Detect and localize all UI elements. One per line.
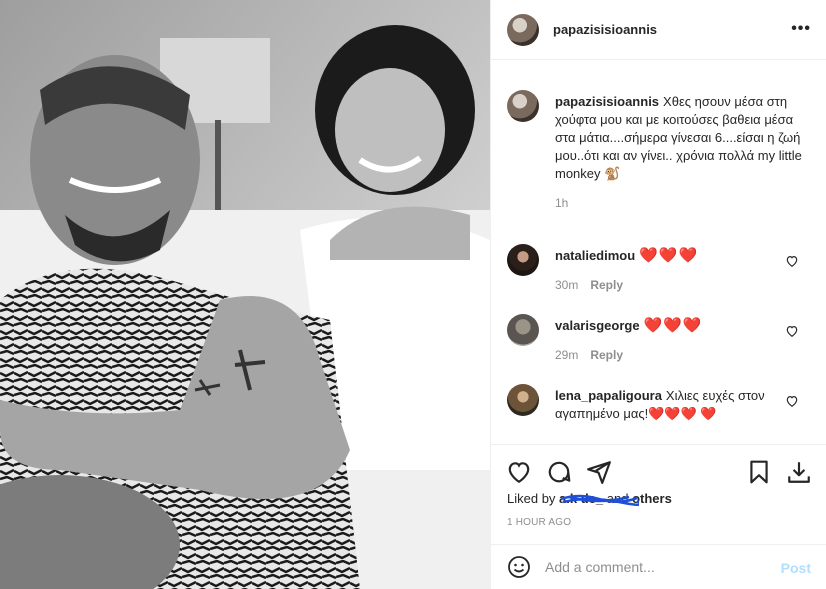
heart-icon[interactable] (506, 459, 532, 485)
comments-list[interactable]: papazisisioannis Χθες ησουν μέσα στη χούφ… (491, 72, 826, 444)
comment-like-heart-icon[interactable] (785, 254, 799, 268)
author-username[interactable]: papazisisioannis (553, 22, 657, 37)
comment-meta: 30m Reply (555, 276, 795, 294)
emoji-icon[interactable] (507, 555, 531, 579)
post-timestamp[interactable]: 1 HOUR AGO (507, 517, 571, 528)
bookmark-icon[interactable] (746, 459, 772, 485)
comment-username[interactable]: lena_papaligoura (555, 388, 662, 403)
comment-item: valarisgeorge ❤️❤️❤️ 29m Reply (507, 296, 811, 366)
comment-text: ❤️❤️❤️ (639, 247, 699, 264)
commenter-avatar[interactable] (507, 244, 539, 276)
post-details-panel: papazisisioannis ••• papazisisioannis Χθε… (490, 0, 826, 589)
comment-like-heart-icon[interactable] (785, 394, 799, 408)
caption-meta: 1h (555, 194, 805, 212)
caption-body: papazisisioannis Χθες ησουν μέσα στη χούφ… (555, 93, 805, 212)
scribble-redaction (560, 494, 640, 506)
comment-time[interactable]: 29m (555, 348, 578, 362)
comment-meta: 29m Reply (555, 346, 795, 364)
comment-like-heart-icon[interactable] (785, 324, 799, 338)
commenter-avatar[interactable] (507, 384, 539, 416)
comment-input[interactable] (545, 559, 765, 575)
caption-time[interactable]: 1h (555, 196, 568, 210)
comment-item: nataliedimou ❤️❤️❤️ 30m Reply (507, 226, 811, 296)
comment-text: ❤️❤️❤️ (643, 317, 703, 334)
liked-by-username[interactable]: a.k de_ (559, 491, 640, 506)
comment-body: nataliedimou ❤️❤️❤️ 30m Reply (555, 247, 795, 294)
comment-time[interactable]: 30m (555, 278, 578, 292)
likes-prefix: Liked by (507, 491, 560, 506)
photo-illustration (0, 0, 490, 589)
post-button[interactable]: Post (781, 560, 811, 576)
comment-username[interactable]: valarisgeorge (555, 318, 640, 333)
reply-button[interactable]: Reply (590, 278, 623, 292)
comment-body: valarisgeorge ❤️❤️❤️ 29m Reply (555, 317, 795, 364)
comment-body: lena_papaligoura Χιλιες ευχές στον αγαπημ… (555, 387, 795, 423)
caption-username[interactable]: papazisisioannis (555, 94, 659, 109)
likes-summary: Liked by a.k de_ and others (507, 491, 672, 506)
more-options-icon[interactable]: ••• (791, 21, 811, 37)
post-header: papazisisioannis ••• (491, 0, 826, 60)
author-avatar[interactable] (507, 13, 539, 46)
commenter-avatar[interactable] (507, 314, 539, 346)
post-photo[interactable] (0, 0, 490, 589)
caption-avatar[interactable] (507, 90, 539, 122)
caption: papazisisioannis Χθες ησουν μέσα στη χούφ… (507, 72, 811, 226)
comment-icon[interactable] (546, 459, 572, 485)
share-icon[interactable] (586, 459, 612, 485)
download-icon[interactable] (786, 459, 812, 485)
comment-username[interactable]: nataliedimou (555, 248, 635, 263)
reply-button[interactable]: Reply (590, 348, 623, 362)
add-comment-bar: Post (491, 544, 826, 589)
comment-item: lena_papaligoura Χιλιες ευχές στον αγαπημ… (507, 366, 811, 444)
